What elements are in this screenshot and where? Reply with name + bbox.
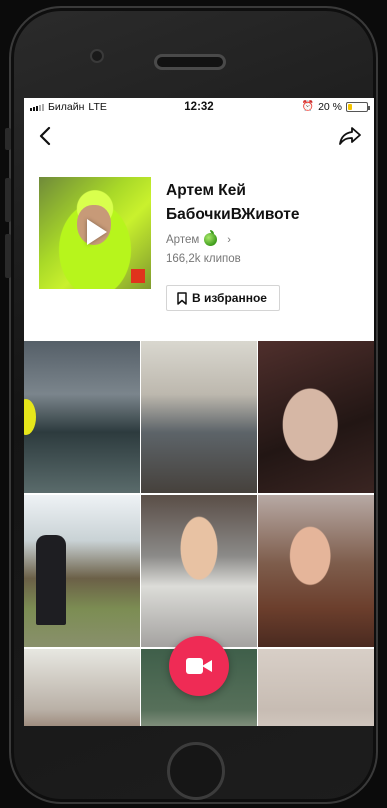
video-thumbnail[interactable] <box>141 341 257 493</box>
home-button[interactable] <box>167 742 225 800</box>
app-screen: Билайн LTE 12:32 ⏰ 20 % Артем Кей Бабочк… <box>24 98 374 726</box>
video-thumbnail[interactable] <box>258 649 374 726</box>
sound-header: Артем Кей БабочкиВЖивоте Артем › 166,2k … <box>24 157 374 339</box>
mute-switch <box>5 128 11 150</box>
video-camera-icon <box>186 658 212 674</box>
back-chevron-icon[interactable] <box>36 125 56 147</box>
record-video-button[interactable] <box>169 636 229 696</box>
add-to-favorites-button[interactable]: В избранное <box>166 285 280 311</box>
alarm-icon: ⏰ <box>301 101 315 112</box>
video-thumbnail[interactable] <box>24 495 140 647</box>
earpiece-speaker <box>154 54 226 70</box>
sound-title-line2: БабочкиВЖивоте <box>166 206 300 223</box>
bookmark-icon <box>177 291 187 305</box>
network-type: LTE <box>88 100 107 113</box>
cover-decoration <box>131 269 145 283</box>
status-bar: Билайн LTE 12:32 ⏰ 20 % <box>24 98 374 115</box>
carrier-name: Билайн <box>48 100 85 113</box>
sound-title: Артем Кей БабочкиВЖивоте <box>166 179 299 227</box>
clips-count: 166,2k клипов <box>166 253 241 265</box>
share-arrow-icon[interactable] <box>338 125 362 147</box>
nav-bar <box>24 115 374 157</box>
chevron-right-icon: › <box>227 233 231 246</box>
video-thumbnail[interactable] <box>24 649 140 726</box>
status-time: 12:32 <box>184 100 214 113</box>
author-name: Артем <box>166 233 200 246</box>
sound-title-line1: Артем Кей <box>166 182 246 199</box>
video-thumbnail[interactable] <box>24 341 140 493</box>
green-apple-icon <box>204 230 218 246</box>
front-camera <box>90 49 104 63</box>
favorite-label: В избранное <box>192 291 267 305</box>
video-thumbnail[interactable] <box>258 495 374 647</box>
play-icon[interactable] <box>87 219 107 245</box>
video-thumbnail[interactable] <box>258 341 374 493</box>
signal-icon <box>30 103 44 111</box>
volume-up-button <box>5 178 11 222</box>
battery-percent: 20 % <box>318 100 342 113</box>
video-thumbnail[interactable] <box>141 495 257 647</box>
sound-cover[interactable] <box>39 177 151 289</box>
battery-icon <box>346 101 370 112</box>
author-link[interactable]: Артем › <box>166 230 231 246</box>
volume-down-button <box>5 234 11 278</box>
